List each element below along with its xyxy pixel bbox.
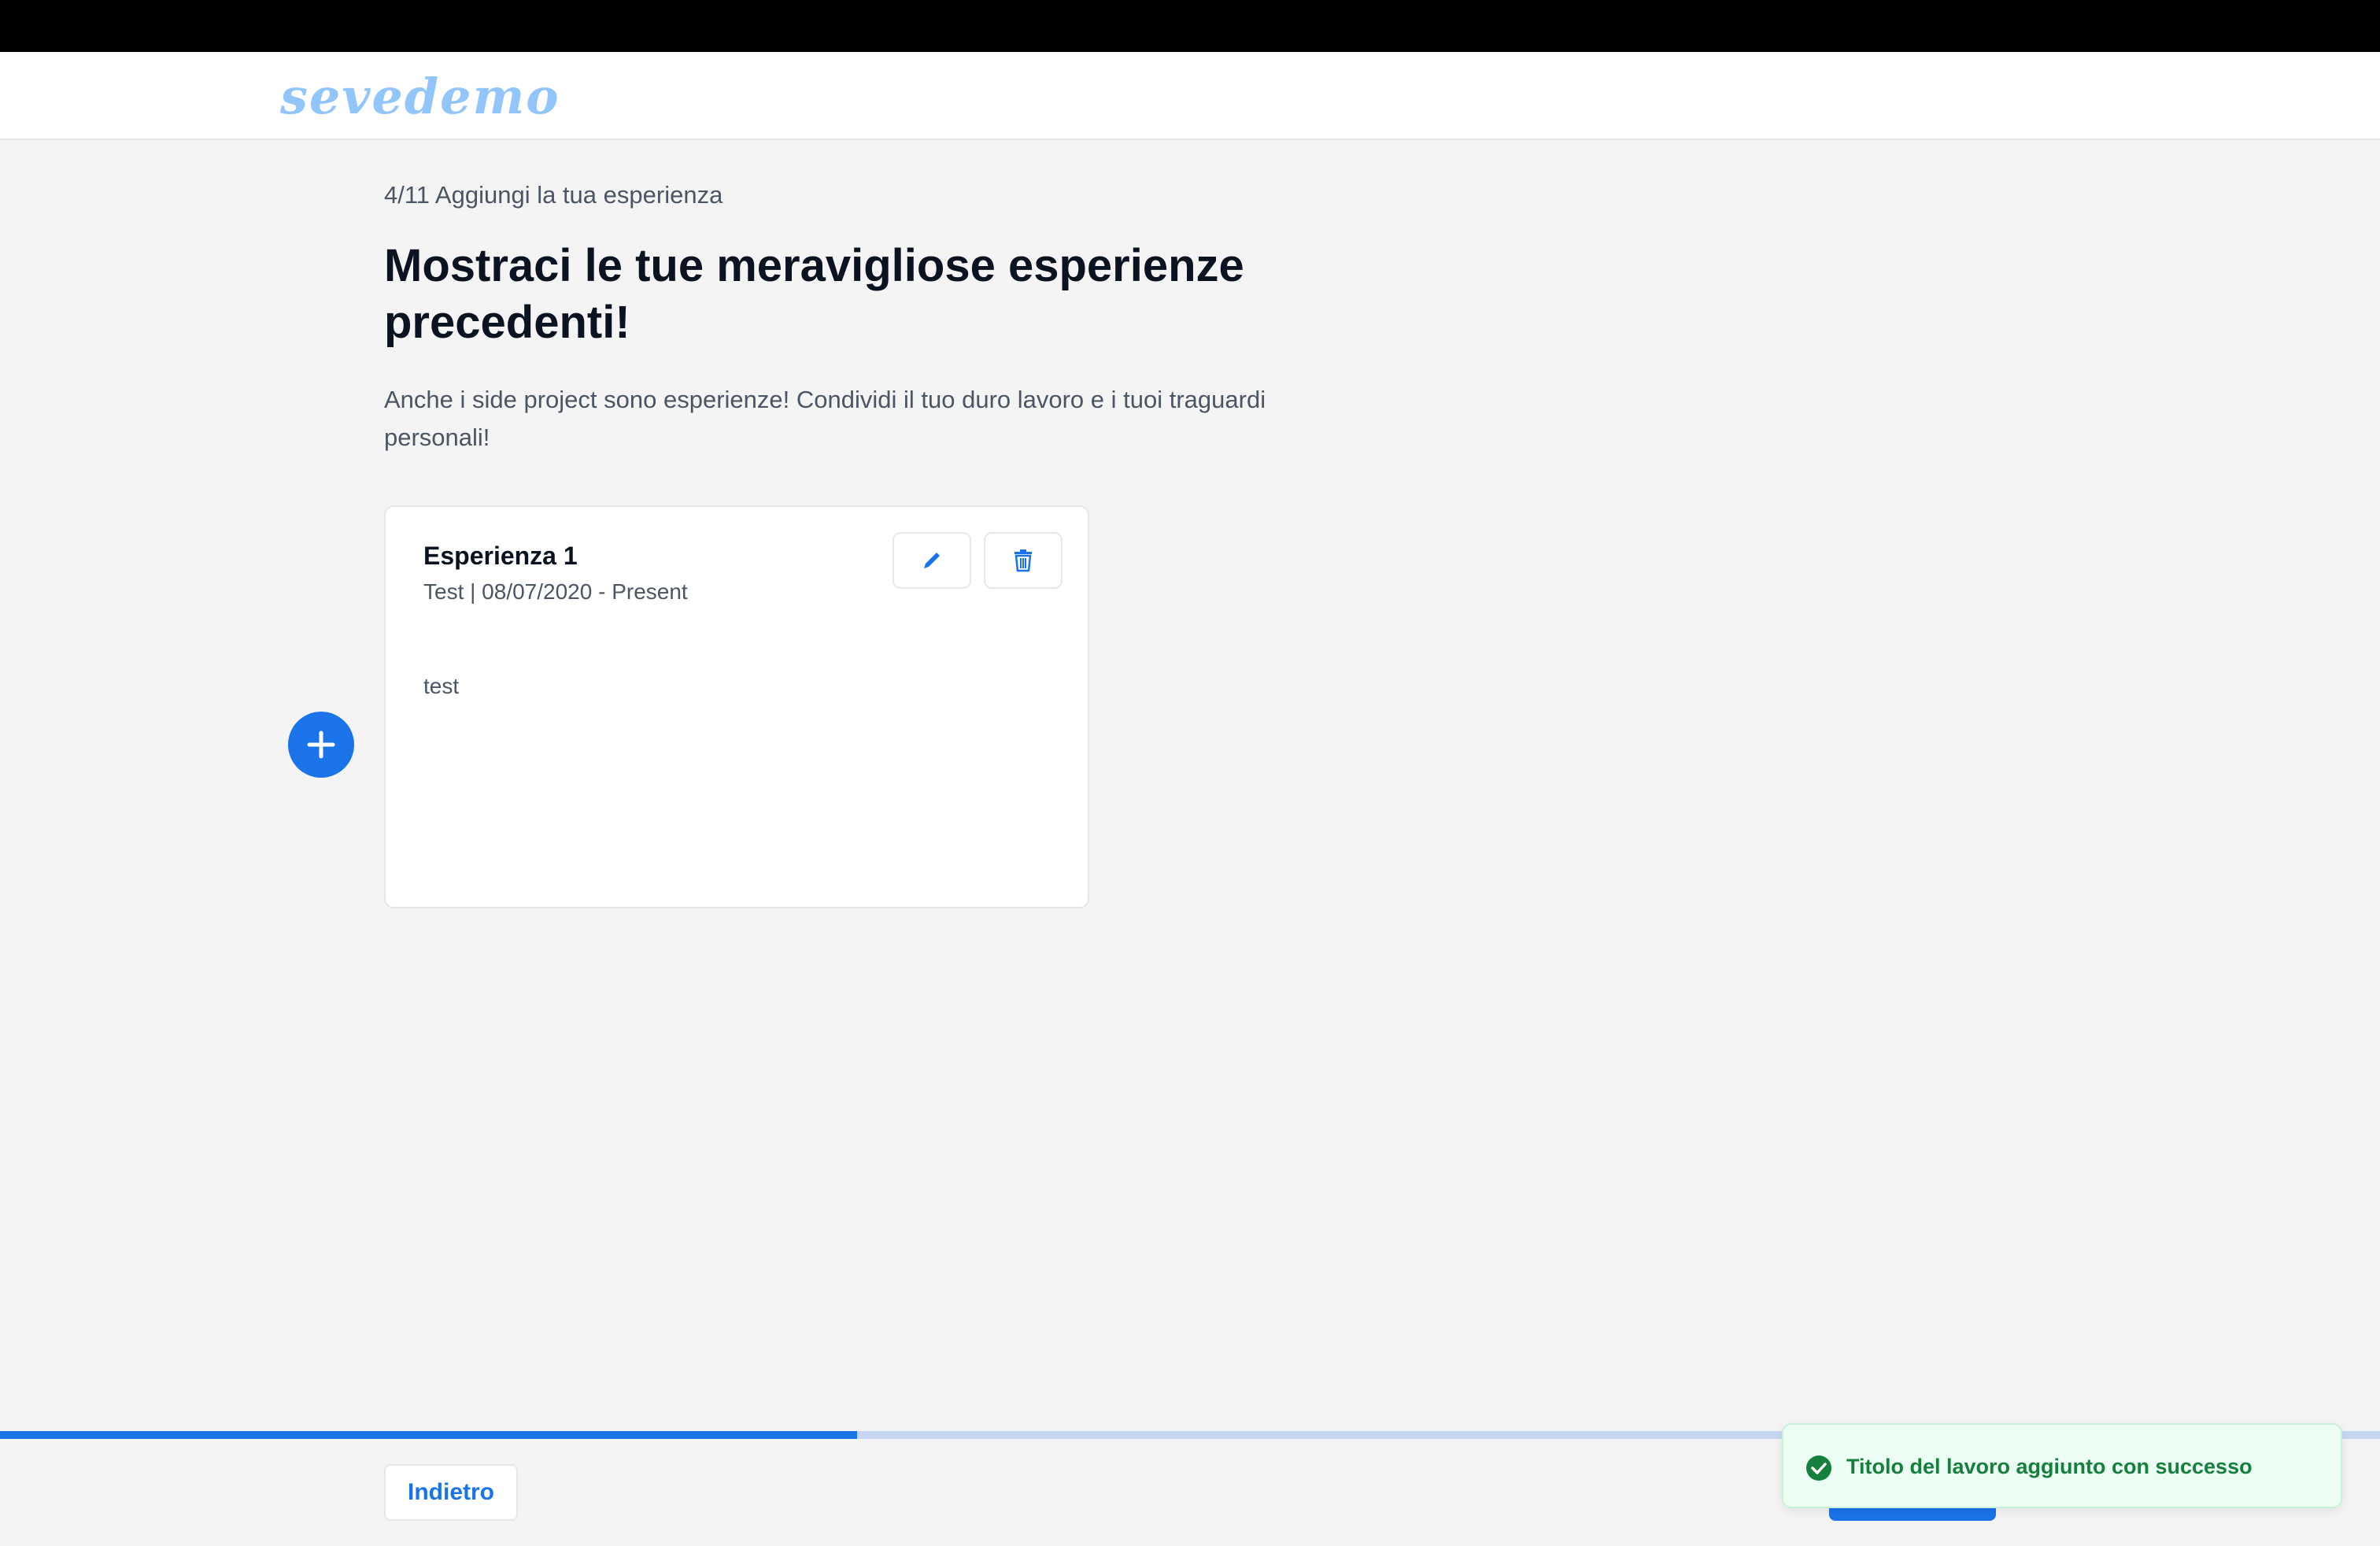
success-toast: Titolo del lavoro aggiunto con successo — [1782, 1423, 2342, 1508]
back-button[interactable]: Indietro — [384, 1464, 518, 1521]
trash-icon — [1014, 549, 1032, 572]
experience-description: test — [423, 674, 460, 698]
page-title: Mostraci le tue meravigliose esperienze … — [384, 240, 1244, 348]
edit-experience-button[interactable] — [893, 532, 971, 589]
app-header: sevedemo — [0, 52, 2380, 140]
experience-card: Esperienza 1 Test | 08/07/2020 - Present… — [384, 505, 1089, 908]
toast-message: Titolo del lavoro aggiunto con successo — [1846, 1455, 2252, 1478]
plus-icon — [307, 730, 335, 759]
progress-fill — [0, 1431, 857, 1439]
pencil-icon — [924, 553, 940, 568]
step-indicator: 4/11 Aggiungi la tua esperienza — [384, 181, 723, 209]
page-subtitle: Anche i side project sono esperienze! Co… — [384, 386, 1266, 451]
check-circle-icon — [1806, 1455, 1831, 1481]
add-experience-button[interactable] — [288, 712, 354, 778]
logo[interactable]: sevedemo — [280, 68, 560, 125]
experience-title: Esperienza 1 — [423, 542, 578, 570]
experience-meta: Test | 08/07/2020 - Present — [423, 579, 688, 604]
window-top-bar — [0, 0, 2380, 52]
delete-experience-button[interactable] — [984, 532, 1062, 589]
